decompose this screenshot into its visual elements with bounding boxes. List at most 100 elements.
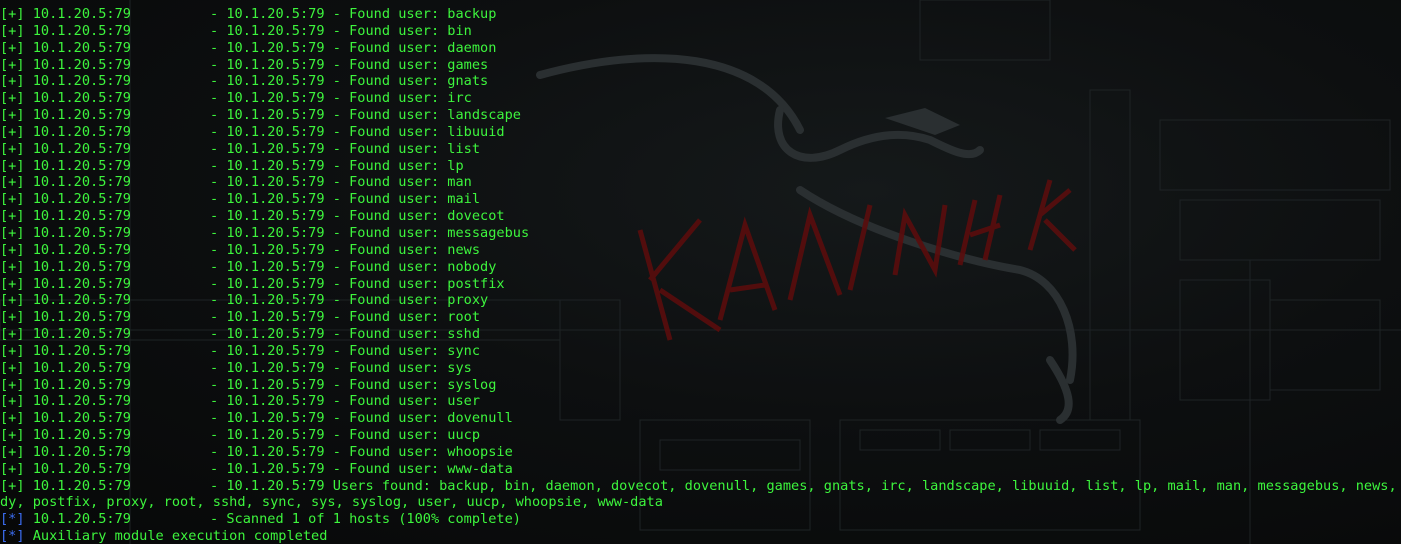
terminal-output: [+] 10.1.20.5:79 - 10.1.20.5:79 - Found u… (0, 6, 1401, 544)
found-user-line: [+] 10.1.20.5:79 - 10.1.20.5:79 - Found u… (0, 276, 1401, 293)
host-address: 10.1.20.5:79 (32, 359, 131, 376)
found-user-text: - 10.1.20.5:79 - Found user: messagebus (209, 224, 530, 241)
found-user-text: - 10.1.20.5:79 - Found user: postfix (209, 275, 505, 292)
found-user-text: - 10.1.20.5:79 - Found user: nobody (209, 258, 497, 275)
found-user-line: [+] 10.1.20.5:79 - 10.1.20.5:79 - Found u… (0, 6, 1401, 23)
host-address: 10.1.20.5:79 (32, 376, 131, 393)
host-address: 10.1.20.5:79 (32, 410, 131, 427)
host-address: 10.1.20.5:79 (32, 275, 131, 292)
found-user-text: - 10.1.20.5:79 - Found user: lp (209, 157, 464, 174)
success-prefix: [+] (0, 275, 25, 292)
success-prefix: [+] (0, 123, 25, 140)
host-address: 10.1.20.5:79 (32, 56, 131, 73)
host-address: 10.1.20.5:79 (32, 107, 131, 124)
host-address: 10.1.20.5:79 (32, 73, 131, 90)
success-prefix: [+] (0, 174, 25, 191)
host-address: 10.1.20.5:79 (32, 511, 131, 528)
found-user-line: [+] 10.1.20.5:79 - 10.1.20.5:79 - Found u… (0, 90, 1401, 107)
host-address: 10.1.20.5:79 (32, 191, 131, 208)
found-user-text: - 10.1.20.5:79 - Found user: news (209, 241, 481, 258)
host-address: 10.1.20.5:79 (32, 326, 131, 343)
host-address: 10.1.20.5:79 (32, 443, 131, 460)
found-user-line: [+] 10.1.20.5:79 - 10.1.20.5:79 - Found u… (0, 107, 1401, 124)
host-address: 10.1.20.5:79 (32, 140, 131, 157)
success-prefix: [+] (0, 191, 25, 208)
found-user-line: [+] 10.1.20.5:79 - 10.1.20.5:79 - Found u… (0, 427, 1401, 444)
success-prefix: [+] (0, 73, 25, 90)
found-user-text: - 10.1.20.5:79 - Found user: dovecot (209, 208, 505, 225)
found-user-line: [+] 10.1.20.5:79 - 10.1.20.5:79 - Found u… (0, 292, 1401, 309)
found-user-text: - 10.1.20.5:79 - Found user: proxy (209, 292, 489, 309)
success-prefix: [+] (0, 292, 25, 309)
success-prefix: [+] (0, 107, 25, 124)
host-address: 10.1.20.5:79 (32, 292, 131, 309)
host-address: 10.1.20.5:79 (32, 393, 131, 410)
found-user-line: [+] 10.1.20.5:79 - 10.1.20.5:79 - Found u… (0, 208, 1401, 225)
host-address: 10.1.20.5:79 (32, 460, 131, 477)
success-prefix: [+] (0, 477, 25, 494)
success-prefix: [+] (0, 140, 25, 157)
success-prefix: [+] (0, 393, 25, 410)
found-user-text: - 10.1.20.5:79 - Found user: daemon (209, 39, 497, 56)
found-user-line: [+] 10.1.20.5:79 - 10.1.20.5:79 - Found u… (0, 393, 1401, 410)
host-address: 10.1.20.5:79 (32, 342, 131, 359)
found-user-line: [+] 10.1.20.5:79 - 10.1.20.5:79 - Found u… (0, 309, 1401, 326)
found-user-text: - 10.1.20.5:79 - Found user: sync (209, 342, 481, 359)
scan-status-text: - Scanned 1 of 1 hosts (100% complete) (209, 511, 521, 528)
success-prefix: [+] (0, 258, 25, 275)
success-prefix: [+] (0, 157, 25, 174)
found-user-line: [+] 10.1.20.5:79 - 10.1.20.5:79 - Found u… (0, 158, 1401, 175)
success-prefix: [+] (0, 241, 25, 258)
host-address: 10.1.20.5:79 (32, 208, 131, 225)
users-found-text: - 10.1.20.5:79 Users found: backup, bin,… (209, 477, 1401, 494)
found-user-text: - 10.1.20.5:79 - Found user: uucp (209, 427, 481, 444)
found-user-text: - 10.1.20.5:79 - Found user: irc (209, 90, 472, 107)
found-user-text: - 10.1.20.5:79 - Found user: sys (209, 359, 472, 376)
found-user-line: [+] 10.1.20.5:79 - 10.1.20.5:79 - Found u… (0, 191, 1401, 208)
found-user-text: - 10.1.20.5:79 - Found user: user (209, 393, 481, 410)
found-user-line: [+] 10.1.20.5:79 - 10.1.20.5:79 - Found u… (0, 444, 1401, 461)
found-user-text: - 10.1.20.5:79 - Found user: man (209, 174, 472, 191)
success-prefix: [+] (0, 342, 25, 359)
host-address: 10.1.20.5:79 (32, 6, 131, 22)
found-user-line: [+] 10.1.20.5:79 - 10.1.20.5:79 - Found u… (0, 23, 1401, 40)
found-user-line: [+] 10.1.20.5:79 - 10.1.20.5:79 - Found u… (0, 124, 1401, 141)
found-user-line: [+] 10.1.20.5:79 - 10.1.20.5:79 - Found u… (0, 141, 1401, 158)
found-user-line: [+] 10.1.20.5:79 - 10.1.20.5:79 - Found u… (0, 326, 1401, 343)
found-user-line: [+] 10.1.20.5:79 - 10.1.20.5:79 - Found u… (0, 461, 1401, 478)
host-address: 10.1.20.5:79 (32, 174, 131, 191)
module-completed-line: [*] Auxiliary module execution completed (0, 528, 1401, 544)
module-completed-text: Auxiliary module execution completed (32, 528, 328, 544)
host-address: 10.1.20.5:79 (32, 90, 131, 107)
success-prefix: [+] (0, 460, 25, 477)
found-user-text: - 10.1.20.5:79 - Found user: landscape (209, 107, 521, 124)
terminal-window[interactable]: [+] 10.1.20.5:79 - 10.1.20.5:79 - Found u… (0, 0, 1401, 544)
found-user-text: - 10.1.20.5:79 - Found user: mail (209, 191, 481, 208)
found-user-line: [+] 10.1.20.5:79 - 10.1.20.5:79 - Found u… (0, 40, 1401, 57)
found-user-text: - 10.1.20.5:79 - Found user: games (209, 56, 489, 73)
found-user-line: [+] 10.1.20.5:79 - 10.1.20.5:79 - Found u… (0, 377, 1401, 394)
host-address: 10.1.20.5:79 (32, 39, 131, 56)
found-user-text: - 10.1.20.5:79 - Found user: sshd (209, 326, 481, 343)
found-user-text: - 10.1.20.5:79 - Found user: www-data (209, 460, 513, 477)
info-prefix: [*] (0, 511, 25, 528)
found-user-text: - 10.1.20.5:79 - Found user: backup (209, 6, 497, 22)
users-found-summary-wrap: dy, postfix, proxy, root, sshd, sync, sy… (0, 494, 1401, 511)
host-address: 10.1.20.5:79 (32, 157, 131, 174)
found-user-text: - 10.1.20.5:79 - Found user: list (209, 140, 481, 157)
success-prefix: [+] (0, 90, 25, 107)
success-prefix: [+] (0, 6, 25, 22)
success-prefix: [+] (0, 39, 25, 56)
success-prefix: [+] (0, 359, 25, 376)
found-user-text: - 10.1.20.5:79 - Found user: bin (209, 22, 472, 39)
found-user-line: [+] 10.1.20.5:79 - 10.1.20.5:79 - Found u… (0, 242, 1401, 259)
found-user-line: [+] 10.1.20.5:79 - 10.1.20.5:79 - Found u… (0, 57, 1401, 74)
success-prefix: [+] (0, 326, 25, 343)
success-prefix: [+] (0, 22, 25, 39)
found-user-line: [+] 10.1.20.5:79 - 10.1.20.5:79 - Found u… (0, 225, 1401, 242)
found-user-line: [+] 10.1.20.5:79 - 10.1.20.5:79 - Found u… (0, 360, 1401, 377)
found-user-text: - 10.1.20.5:79 - Found user: gnats (209, 73, 489, 90)
success-prefix: [+] (0, 376, 25, 393)
success-prefix: [+] (0, 309, 25, 326)
success-prefix: [+] (0, 410, 25, 427)
